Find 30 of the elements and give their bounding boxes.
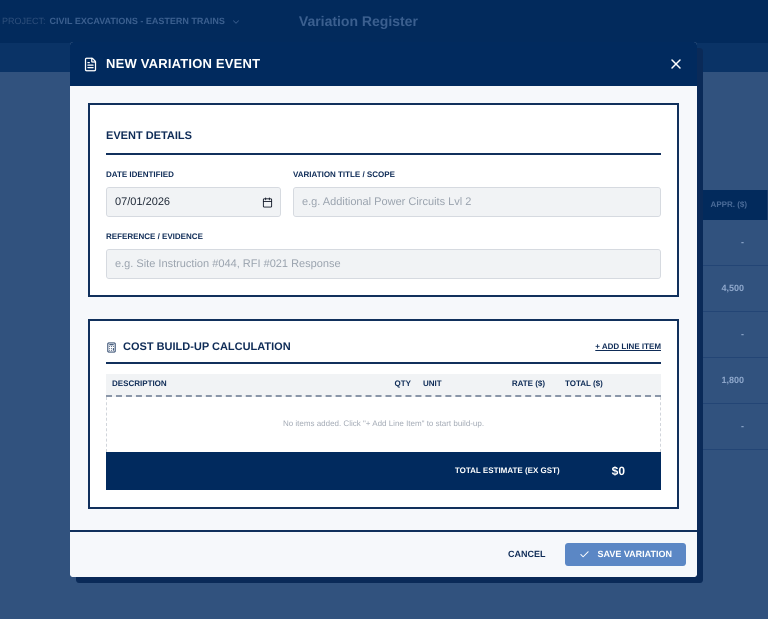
field-label: VARIATION TITLE / SCOPE [293,169,396,181]
column-header: DESCRIPTION [112,378,168,390]
dialog-title: NEW VARIATION EVENT [106,55,260,74]
calendar-icon [262,197,273,208]
table-cell-text: - [740,420,744,433]
check-icon [579,549,590,560]
date-field[interactable]: 07/01/2026 [106,187,281,217]
page-title: Variation Register [298,12,418,31]
field-label: REFERENCE / EVIDENCE [106,231,204,243]
field-label: DATE IDENTIFIED [106,169,175,181]
calculator-icon [106,342,117,353]
table-cell-text: 1,800 [720,374,744,387]
section-heading: EVENT DETAILS [106,130,192,142]
table-cell-text: - [740,328,744,341]
text-field[interactable]: e.g. Site Instruction #044, RFI #021 Response [106,249,661,279]
total-label: TOTAL ESTIMATE (EX GST) [454,464,560,476]
table-cell-text: - [740,236,744,249]
column-header: QTY [394,378,411,390]
add-line-item-link[interactable]: + ADD LINE ITEM [595,341,661,354]
section-heading: COST BUILD-UP CALCULATION [123,340,291,355]
column-header: UNIT [422,378,443,390]
column-header: TOTAL ($) [564,378,604,390]
document-icon [83,56,98,72]
cancel-button[interactable]: CANCEL [508,548,546,562]
save-button[interactable]: SAVE VARIATION [565,543,686,566]
table-cell-text: 4,500 [720,282,744,295]
text-field[interactable]: e.g. Additional Power Circuits Lvl 2 [293,187,661,217]
total-value: $0 [612,462,625,480]
empty-message: No items added. Click "+ Add Line Item" to start build-up. [282,418,484,430]
column-header: RATE ($) [510,378,545,390]
